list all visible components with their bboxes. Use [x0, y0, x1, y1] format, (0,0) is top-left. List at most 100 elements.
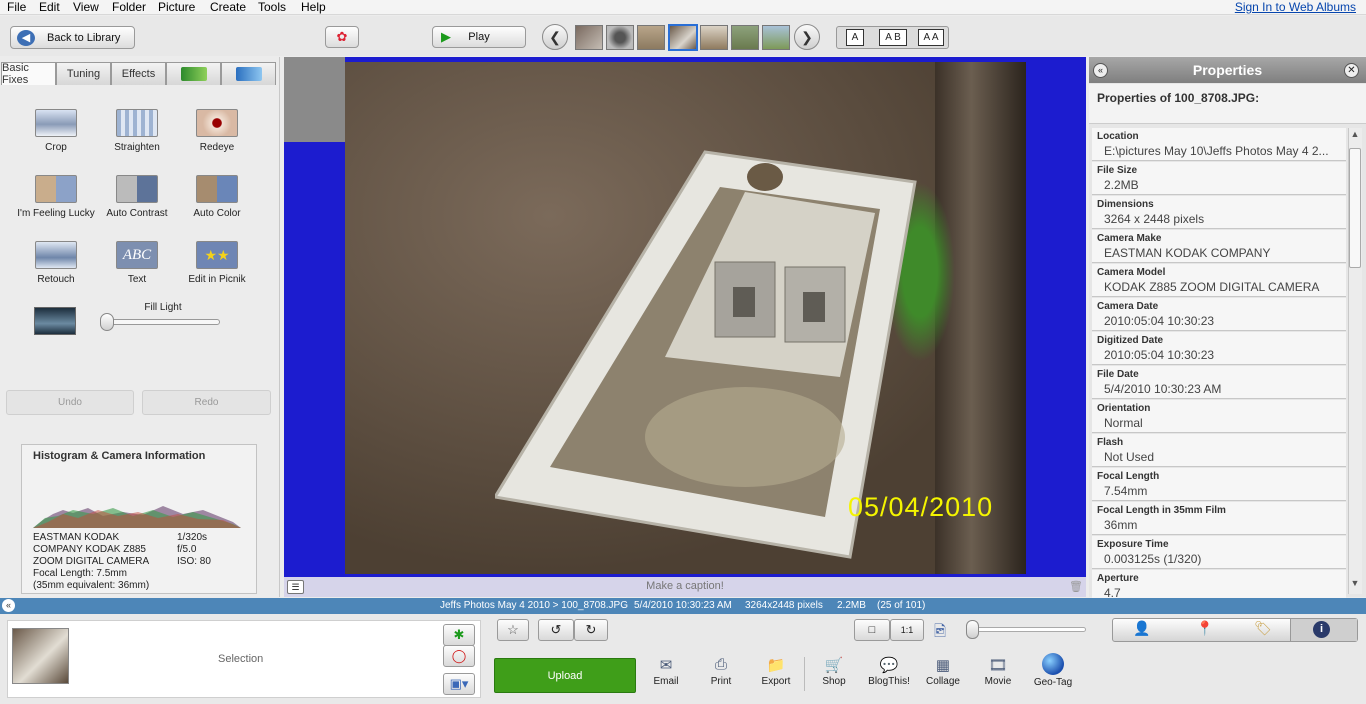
property-key: File Date — [1097, 369, 1139, 380]
text-tool[interactable]: ABC Text — [96, 241, 178, 285]
filmstrip-thumb[interactable] — [700, 25, 728, 50]
tags-icon[interactable]: 🏷 — [1254, 620, 1272, 637]
geotag-label: Geo-Tag — [1033, 677, 1073, 688]
people-view-icon[interactable]: 👤 — [1133, 620, 1150, 637]
export-label: Export — [761, 676, 791, 687]
places-pin-icon[interactable]: 📍 — [1196, 620, 1213, 637]
movie-action[interactable]: 🎞 Movie — [973, 656, 1023, 687]
property-value: Not Used — [1104, 450, 1155, 464]
shop-action[interactable]: 🛒 Shop — [809, 656, 859, 687]
hold-selection-button[interactable]: ✱ — [443, 624, 475, 646]
property-key: Focal Length — [1097, 471, 1160, 482]
close-properties-button[interactable]: ✕ — [1344, 63, 1359, 78]
text-overlay-a-button[interactable]: A — [846, 29, 864, 46]
property-key: Digitized Date — [1097, 335, 1164, 346]
zoom-slider-thumb[interactable] — [966, 620, 979, 639]
fill-light-slider[interactable] — [104, 319, 220, 325]
property-key: Camera Make — [1097, 233, 1162, 244]
add-to-album-button[interactable]: ▣▾ — [443, 673, 475, 695]
menu-create[interactable]: Create — [210, 0, 246, 14]
back-to-library-button[interactable]: ◀ Back to Library — [10, 26, 135, 49]
tab-basic-fixes[interactable]: Basic Fixes — [1, 62, 56, 86]
property-row: Camera Date 2010:05:04 10:30:23 — [1092, 298, 1346, 331]
export-action[interactable]: 📁 Export — [751, 656, 801, 687]
menu-picture[interactable]: Picture — [158, 0, 195, 14]
next-photo-button[interactable]: ❯ — [794, 24, 820, 50]
filmstrip-thumb[interactable] — [762, 25, 790, 50]
zoom-slider[interactable] — [968, 627, 1086, 632]
collage-action[interactable]: ▦ Collage — [918, 656, 968, 687]
movie-label: Movie — [984, 676, 1012, 687]
exposure-info: 1/320s f/5.0 ISO: 80 — [177, 532, 211, 568]
scroll-down-icon[interactable]: ▼ — [1349, 578, 1361, 592]
selection-label: Selection — [218, 653, 264, 665]
feeling-lucky-tool[interactable]: I'm Feeling Lucky — [15, 175, 97, 219]
status-pixels: 3264x2448 pixels — [745, 600, 823, 611]
retouch-label: Retouch — [37, 274, 75, 285]
actual-size-button[interactable]: 1:1 — [890, 619, 924, 641]
trash-icon[interactable]: 🗑 — [1069, 580, 1083, 593]
photo-view[interactable]: 05/04/2010 — [345, 62, 1026, 574]
play-button[interactable]: ▶ Play — [432, 26, 526, 48]
text-overlay-aa-button[interactable]: A A — [918, 29, 944, 46]
scroll-up-icon[interactable]: ▲ — [1349, 129, 1361, 143]
filmstrip-thumb[interactable] — [731, 25, 759, 50]
rotate-right-icon: ↻ — [585, 622, 597, 637]
auto-contrast-tool[interactable]: Auto Contrast — [96, 175, 178, 219]
edit-in-picnik-tool[interactable]: ★★ Edit in Picnik — [176, 241, 258, 285]
menu-view[interactable]: View — [73, 0, 99, 14]
clear-selection-button[interactable]: ◯ — [443, 645, 475, 667]
focal-equivalent-text: (35mm equivalent: 36mm) — [33, 580, 150, 591]
star-button[interactable]: ☆ — [497, 619, 529, 641]
menu-file[interactable]: File — [7, 0, 26, 14]
share-button[interactable]: ✿ — [325, 26, 359, 48]
sign-in-link[interactable]: Sign In to Web Albums — [1235, 0, 1356, 14]
auto-contrast-label: Auto Contrast — [106, 208, 168, 219]
properties-scroll-thumb[interactable] — [1349, 148, 1361, 268]
tab-effects-label: Effects — [121, 68, 156, 80]
upload-button[interactable]: Upload — [494, 658, 636, 693]
tab-tuning[interactable]: Tuning — [56, 62, 111, 85]
caption-input[interactable]: Make a caption! — [284, 580, 1086, 592]
undo-button[interactable]: Undo — [6, 390, 134, 415]
menu-folder[interactable]: Folder — [112, 0, 146, 14]
filmstrip-thumb[interactable] — [606, 25, 634, 50]
crop-tool[interactable]: Crop — [15, 109, 97, 153]
tab-effects-extra[interactable] — [221, 62, 276, 85]
menu-tools[interactable]: Tools — [258, 0, 286, 14]
menu-bar: File Edit View Folder Picture Create Too… — [0, 0, 1366, 15]
rotate-left-button[interactable]: ↺ — [538, 619, 574, 641]
tab-effects-more[interactable] — [166, 62, 221, 85]
auto-color-tool[interactable]: Auto Color — [176, 175, 258, 219]
previous-photo-button[interactable]: ❮ — [542, 24, 568, 50]
text-overlay-ab-button[interactable]: A B — [879, 29, 907, 46]
print-action[interactable]: ⎙ Print — [696, 656, 746, 687]
straighten-tool[interactable]: Straighten — [96, 109, 178, 153]
share-icon: ✿ — [336, 29, 348, 44]
geotag-action[interactable]: Geo-Tag — [1028, 653, 1078, 688]
focal-length-text: Focal Length: 7.5mm — [33, 568, 127, 579]
email-action[interactable]: ✉ Email — [641, 656, 691, 687]
menu-edit[interactable]: Edit — [39, 0, 60, 14]
expand-tray-icon[interactable]: « — [2, 599, 15, 612]
brush-green-icon — [180, 67, 207, 81]
rotate-right-button[interactable]: ↻ — [574, 619, 608, 641]
property-key: File Size — [1097, 165, 1138, 176]
auto-color-label: Auto Color — [193, 208, 241, 219]
filmstrip-thumb[interactable] — [575, 25, 603, 50]
menu-help[interactable]: Help — [301, 0, 326, 14]
fill-light-slider-thumb[interactable] — [100, 313, 114, 331]
selection-thumbnail[interactable] — [12, 628, 69, 684]
redeye-tool[interactable]: Redeye — [176, 109, 258, 153]
filmstrip-thumb-selected[interactable] — [668, 24, 698, 51]
fit-to-screen-button[interactable]: □ — [854, 619, 890, 641]
property-row: File Size 2.2MB — [1092, 162, 1346, 195]
property-row: Focal Length in 35mm Film 36mm — [1092, 502, 1346, 535]
tab-basic-fixes-label: Basic Fixes — [2, 62, 29, 86]
action-divider — [804, 657, 805, 691]
retouch-tool[interactable]: Retouch — [15, 241, 97, 285]
blogthis-action[interactable]: 💬 BlogThis! — [864, 656, 914, 687]
filmstrip-thumb[interactable] — [637, 25, 665, 50]
tab-effects[interactable]: Effects — [111, 62, 166, 85]
redo-button[interactable]: Redo — [142, 390, 271, 415]
